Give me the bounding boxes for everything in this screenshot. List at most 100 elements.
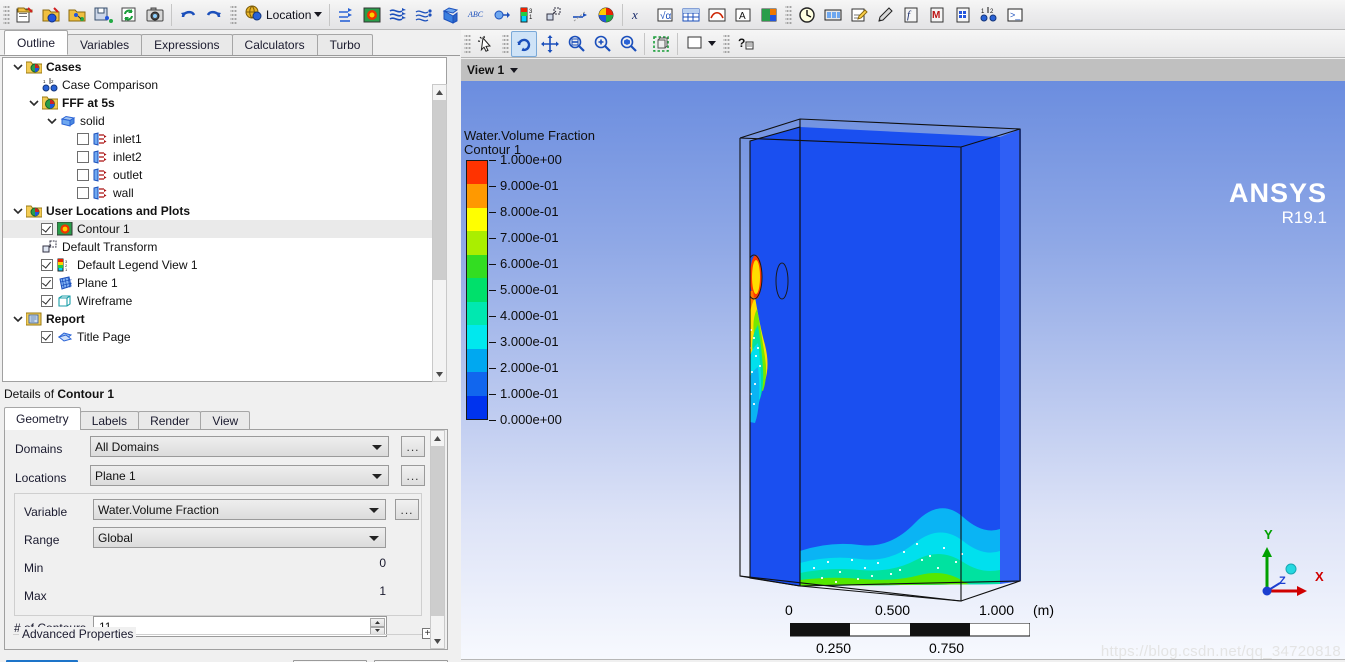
tab-view[interactable]: View <box>200 411 251 430</box>
scrollbar-thumb[interactable] <box>433 100 446 280</box>
chevron-down-icon[interactable] <box>27 94 41 112</box>
function-calculator-icon[interactable]: f <box>898 2 924 28</box>
tree-item-report[interactable]: Report <box>3 310 446 328</box>
location-dropdown[interactable]: Location <box>239 2 326 28</box>
tree-item-checkbox[interactable] <box>41 259 53 271</box>
particle-track-icon[interactable] <box>411 2 437 28</box>
tree-item-wall[interactable]: wall <box>3 184 446 202</box>
domains-combo[interactable]: All Domains <box>90 436 389 457</box>
color-map-icon[interactable] <box>593 2 619 28</box>
contour-icon[interactable] <box>359 2 385 28</box>
tree-item-inlet1[interactable]: inlet1 <box>3 130 446 148</box>
tree-item-title-page[interactable]: Title Page <box>3 328 446 346</box>
chevron-down-icon[interactable] <box>11 58 25 76</box>
chevron-down-icon[interactable] <box>314 12 323 17</box>
save-state-icon[interactable] <box>90 2 116 28</box>
table-icon[interactable] <box>678 2 704 28</box>
tree-item-checkbox[interactable] <box>77 187 89 199</box>
animation-icon[interactable] <box>820 2 846 28</box>
3d-canvas[interactable]: Water.Volume Fraction Contour 1 1.000e+0… <box>461 81 1345 659</box>
tree-item-checkbox[interactable] <box>77 133 89 145</box>
chevron-down-icon[interactable] <box>11 310 25 328</box>
chevron-down-icon[interactable] <box>372 473 382 479</box>
viewer-toolbar-grip[interactable] <box>464 32 471 55</box>
contours-stepper[interactable] <box>370 618 385 635</box>
toolbar-grip[interactable] <box>3 3 10 26</box>
macro-calculator-icon[interactable]: M <box>924 2 950 28</box>
open-state-icon[interactable] <box>64 2 90 28</box>
load-results-icon[interactable] <box>38 2 64 28</box>
tree-item-solid[interactable]: solid <box>3 112 446 130</box>
rotate-icon[interactable] <box>511 30 537 57</box>
snapshot-icon[interactable] <box>142 2 168 28</box>
chevron-down-icon[interactable] <box>510 67 519 73</box>
tree-item-checkbox[interactable] <box>41 277 53 289</box>
variable-browse-button[interactable]: ... <box>395 499 419 520</box>
variable-combo[interactable]: Water.Volume Fraction <box>93 499 386 520</box>
fit-view-icon[interactable] <box>615 31 641 57</box>
tree-item-checkbox[interactable] <box>77 169 89 181</box>
view-selector-bar[interactable]: View 1 <box>461 59 1345 81</box>
help-icon[interactable]: ? <box>732 31 758 57</box>
mesh-calculator-icon[interactable] <box>950 2 976 28</box>
refresh-icon[interactable] <box>116 2 142 28</box>
outline-scrollbar[interactable] <box>432 84 447 382</box>
vector-icon[interactable] <box>333 2 359 28</box>
min-value[interactable]: 0 <box>305 556 386 570</box>
max-value[interactable]: 1 <box>305 584 386 598</box>
chevron-down-icon[interactable] <box>369 507 379 513</box>
report-icon[interactable] <box>756 2 782 28</box>
locations-browse-button[interactable]: ... <box>401 465 425 486</box>
scroll-up-icon[interactable] <box>433 85 446 99</box>
tab-geometry[interactable]: Geometry <box>4 407 81 430</box>
tab-variables[interactable]: Variables <box>67 34 143 55</box>
viewer-toolbar-grip-2[interactable] <box>502 32 509 55</box>
tab-calculators[interactable]: Calculators <box>231 34 318 55</box>
locations-combo[interactable]: Plane 1 <box>90 465 389 486</box>
scroll-down-icon[interactable] <box>433 367 446 381</box>
probe-icon[interactable] <box>872 2 898 28</box>
viewer-toolbar-grip-3[interactable] <box>723 32 730 55</box>
tab-expressions[interactable]: Expressions <box>141 34 233 55</box>
coordinate-frame-icon[interactable] <box>489 2 515 28</box>
text-annotation-icon[interactable]: A <box>730 2 756 28</box>
details-scrollbar[interactable] <box>430 430 445 649</box>
variable-icon[interactable]: √α <box>652 2 678 28</box>
volume-icon[interactable] <box>437 2 463 28</box>
tree-item-fff-at-5s[interactable]: FFF at 5s <box>3 94 446 112</box>
chevron-down-icon[interactable] <box>372 444 382 450</box>
toolbar-grip-2[interactable] <box>230 3 237 26</box>
tree-item-checkbox[interactable] <box>41 295 53 307</box>
tree-item-checkbox[interactable] <box>41 223 53 235</box>
tree-item-wireframe[interactable]: Wireframe <box>3 292 446 310</box>
background-color-dropdown[interactable] <box>681 31 720 57</box>
tree-item-default-legend-view-1[interactable]: 3 2 1 Default Legend View 1 <box>3 256 446 274</box>
chevron-down-icon[interactable] <box>708 41 716 46</box>
timestep-icon[interactable] <box>794 2 820 28</box>
edit-icon[interactable] <box>846 2 872 28</box>
tree-item-cases[interactable]: Cases <box>3 58 446 76</box>
selection-box-icon[interactable] <box>648 31 674 57</box>
tab-render[interactable]: Render <box>138 411 202 430</box>
advanced-properties-group[interactable]: Advanced Properties + <box>13 627 443 648</box>
outline-tree[interactable]: Cases 1 2 Case Comparison FFF at 5s solid inle… <box>2 57 447 382</box>
zoom-icon[interactable] <box>589 31 615 57</box>
chevron-down-icon[interactable] <box>45 112 59 130</box>
redo-icon[interactable] <box>201 2 227 28</box>
undo-icon[interactable] <box>175 2 201 28</box>
legend-icon[interactable]: 31 <box>515 2 541 28</box>
tab-turbo[interactable]: Turbo <box>316 34 374 55</box>
clip-plane-icon[interactable] <box>567 2 593 28</box>
new-case-icon[interactable] <box>12 2 38 28</box>
pan-icon[interactable] <box>537 31 563 57</box>
tree-item-checkbox[interactable] <box>41 331 53 343</box>
scroll-down-icon[interactable] <box>431 634 444 648</box>
tab-labels[interactable]: Labels <box>79 411 140 430</box>
tree-item-default-transform[interactable]: Default Transform <box>3 238 446 256</box>
stepper-up-icon[interactable] <box>370 618 385 627</box>
chevron-down-icon[interactable] <box>369 535 379 541</box>
domains-browse-button[interactable]: ... <box>401 436 425 457</box>
tree-item-case-comparison[interactable]: 1 2 Case Comparison <box>3 76 446 94</box>
tree-item-plane-1[interactable]: Plane 1 <box>3 274 446 292</box>
tree-item-inlet2[interactable]: inlet2 <box>3 148 446 166</box>
